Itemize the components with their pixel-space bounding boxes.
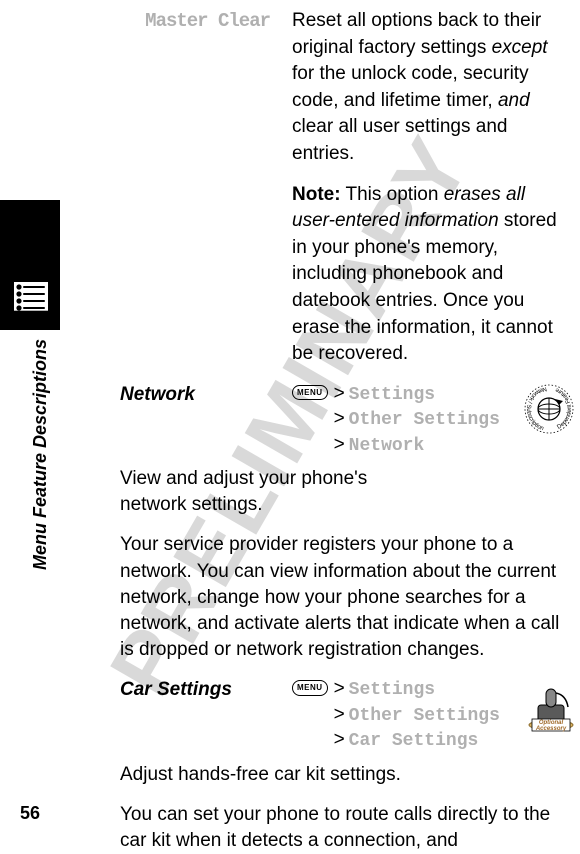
gt: > xyxy=(334,678,345,699)
gt: > xyxy=(334,729,345,750)
car-path3: Car Settings xyxy=(349,731,479,751)
side-label: Menu Feature Descriptions xyxy=(30,339,51,570)
car-body1: Adjust hands-free car kit settings. xyxy=(120,762,562,788)
menu-button-icon: MENU xyxy=(292,680,328,695)
car-path-list: >Settings >Other Settings >Car Settings xyxy=(334,677,500,753)
network-body2: Your service provider registers your pho… xyxy=(120,532,562,663)
mc-desc-ital2: and xyxy=(498,90,530,111)
mc-note-post: stored in your phone's memory, including… xyxy=(292,210,557,364)
network-body1: View and adjust your phone's network set… xyxy=(120,466,422,518)
gt: > xyxy=(334,408,345,429)
mc-note: Note: This option erases all user-entere… xyxy=(292,182,562,368)
network-path-col: MENU >Settings >Other Settings >Network xyxy=(292,382,500,458)
network-path2: Other Settings xyxy=(349,410,500,430)
network-path1: Settings xyxy=(349,385,435,405)
network-subscription-icon: Network / Subscription Dependent Feature xyxy=(522,382,576,458)
car-path-col: MENU >Settings >Other Settings >Car Sett… xyxy=(292,677,500,753)
optional-accessory-icon: Optional Accessory xyxy=(522,677,576,753)
side-tab xyxy=(0,200,60,330)
master-clear-heading: Master Clear xyxy=(120,8,270,368)
network-title: Network xyxy=(120,384,195,405)
mc-note-label: Note: xyxy=(292,184,341,205)
page-container: Menu Feature Descriptions Master Clear R… xyxy=(0,0,580,832)
mc-note-pre: This option xyxy=(341,184,444,205)
network-heading: Network xyxy=(120,382,270,458)
gt: > xyxy=(334,434,345,455)
network-row: Network MENU >Settings >Other Settings >… xyxy=(120,382,562,458)
master-clear-row: Master Clear Reset all options back to t… xyxy=(120,8,562,368)
mc-desc-ital1: except xyxy=(492,37,548,58)
network-path-list: >Settings >Other Settings >Network xyxy=(334,382,500,458)
gt: > xyxy=(334,704,345,725)
menu-list-icon xyxy=(14,282,48,312)
car-path2: Other Settings xyxy=(349,706,500,726)
master-clear-desc: Reset all options back to their original… xyxy=(292,8,562,368)
menu-button-icon: MENU xyxy=(292,385,328,400)
car-row: Car Settings MENU >Settings >Other Setti… xyxy=(120,677,562,753)
mc-desc-post: clear all user settings and entries. xyxy=(292,116,507,164)
master-clear-title: Master Clear xyxy=(145,10,270,32)
content-area: Master Clear Reset all options back to t… xyxy=(120,8,562,802)
car-body2: You can set your phone to route calls di… xyxy=(120,802,562,854)
network-path3: Network xyxy=(349,436,425,456)
mc-desc-mid: for the unlock code, security code, and … xyxy=(292,63,529,111)
page-number: 56 xyxy=(20,803,40,824)
car-path1: Settings xyxy=(349,680,435,700)
car-heading: Car Settings xyxy=(120,677,270,753)
svg-text:Accessory: Accessory xyxy=(535,726,567,732)
gt: > xyxy=(334,383,345,404)
car-title: Car Settings xyxy=(120,679,232,700)
